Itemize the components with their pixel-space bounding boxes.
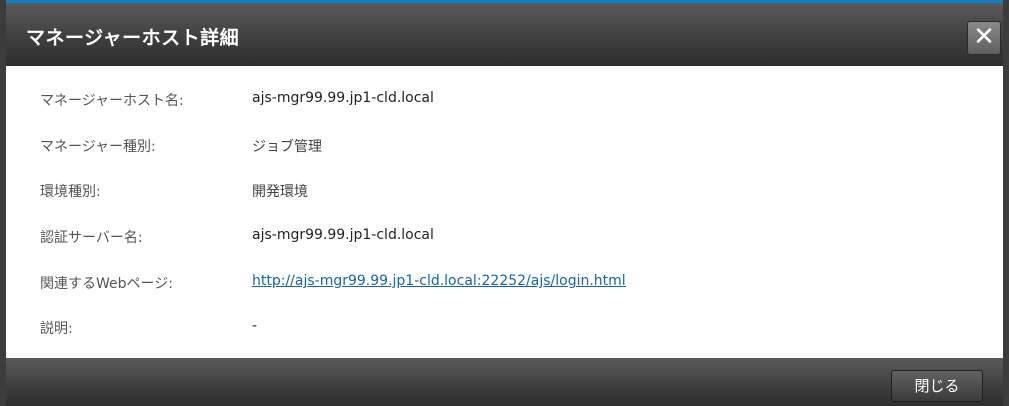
manager-type-label: マネージャー種別:: [40, 139, 156, 155]
environment-type-value: 開発環境: [252, 184, 308, 200]
description-label: 説明:: [40, 321, 73, 337]
manager-host-details-dialog: マネージャーホスト詳細 ✕ マネージャーホスト名: ajs-mgr99.99.j…: [0, 0, 1009, 406]
detail-row-related-web-page: 関連するWebページ: http://ajs-mgr99.99.jp1-cld.…: [6, 259, 1003, 303]
auth-server-value: ajs-mgr99.99.jp1-cld.local: [252, 227, 434, 243]
dialog-footer: 閉じる: [6, 358, 1003, 406]
details-panel: マネージャーホスト名: ajs-mgr99.99.jp1-cld.local マ…: [6, 66, 1003, 358]
detail-row-manager-type: マネージャー種別: ジョブ管理: [6, 122, 1003, 166]
host-name-label: マネージャーホスト名:: [40, 93, 184, 109]
close-icon[interactable]: ✕: [967, 21, 1001, 55]
dialog-title-bar: マネージャーホスト詳細 ✕: [6, 0, 1003, 66]
detail-row-environment-type: 環境種別: 開発環境: [6, 167, 1003, 211]
auth-server-label: 認証サーバー名:: [40, 230, 143, 246]
detail-row-host-name: マネージャーホスト名: ajs-mgr99.99.jp1-cld.local: [6, 76, 1003, 120]
host-name-value: ajs-mgr99.99.jp1-cld.local: [252, 90, 434, 106]
detail-row-description: 説明: -: [6, 304, 1003, 348]
detail-row-auth-server: 認証サーバー名: ajs-mgr99.99.jp1-cld.local: [6, 213, 1003, 257]
close-button[interactable]: 閉じる: [891, 370, 983, 402]
description-value: -: [252, 318, 258, 334]
dialog-title: マネージャーホスト詳細: [26, 27, 240, 49]
related-web-page-link[interactable]: http://ajs-mgr99.99.jp1-cld.local:22252/…: [252, 273, 626, 289]
related-web-page-label: 関連するWebページ:: [40, 276, 173, 292]
manager-type-value: ジョブ管理: [252, 139, 322, 155]
environment-type-label: 環境種別:: [40, 184, 101, 200]
